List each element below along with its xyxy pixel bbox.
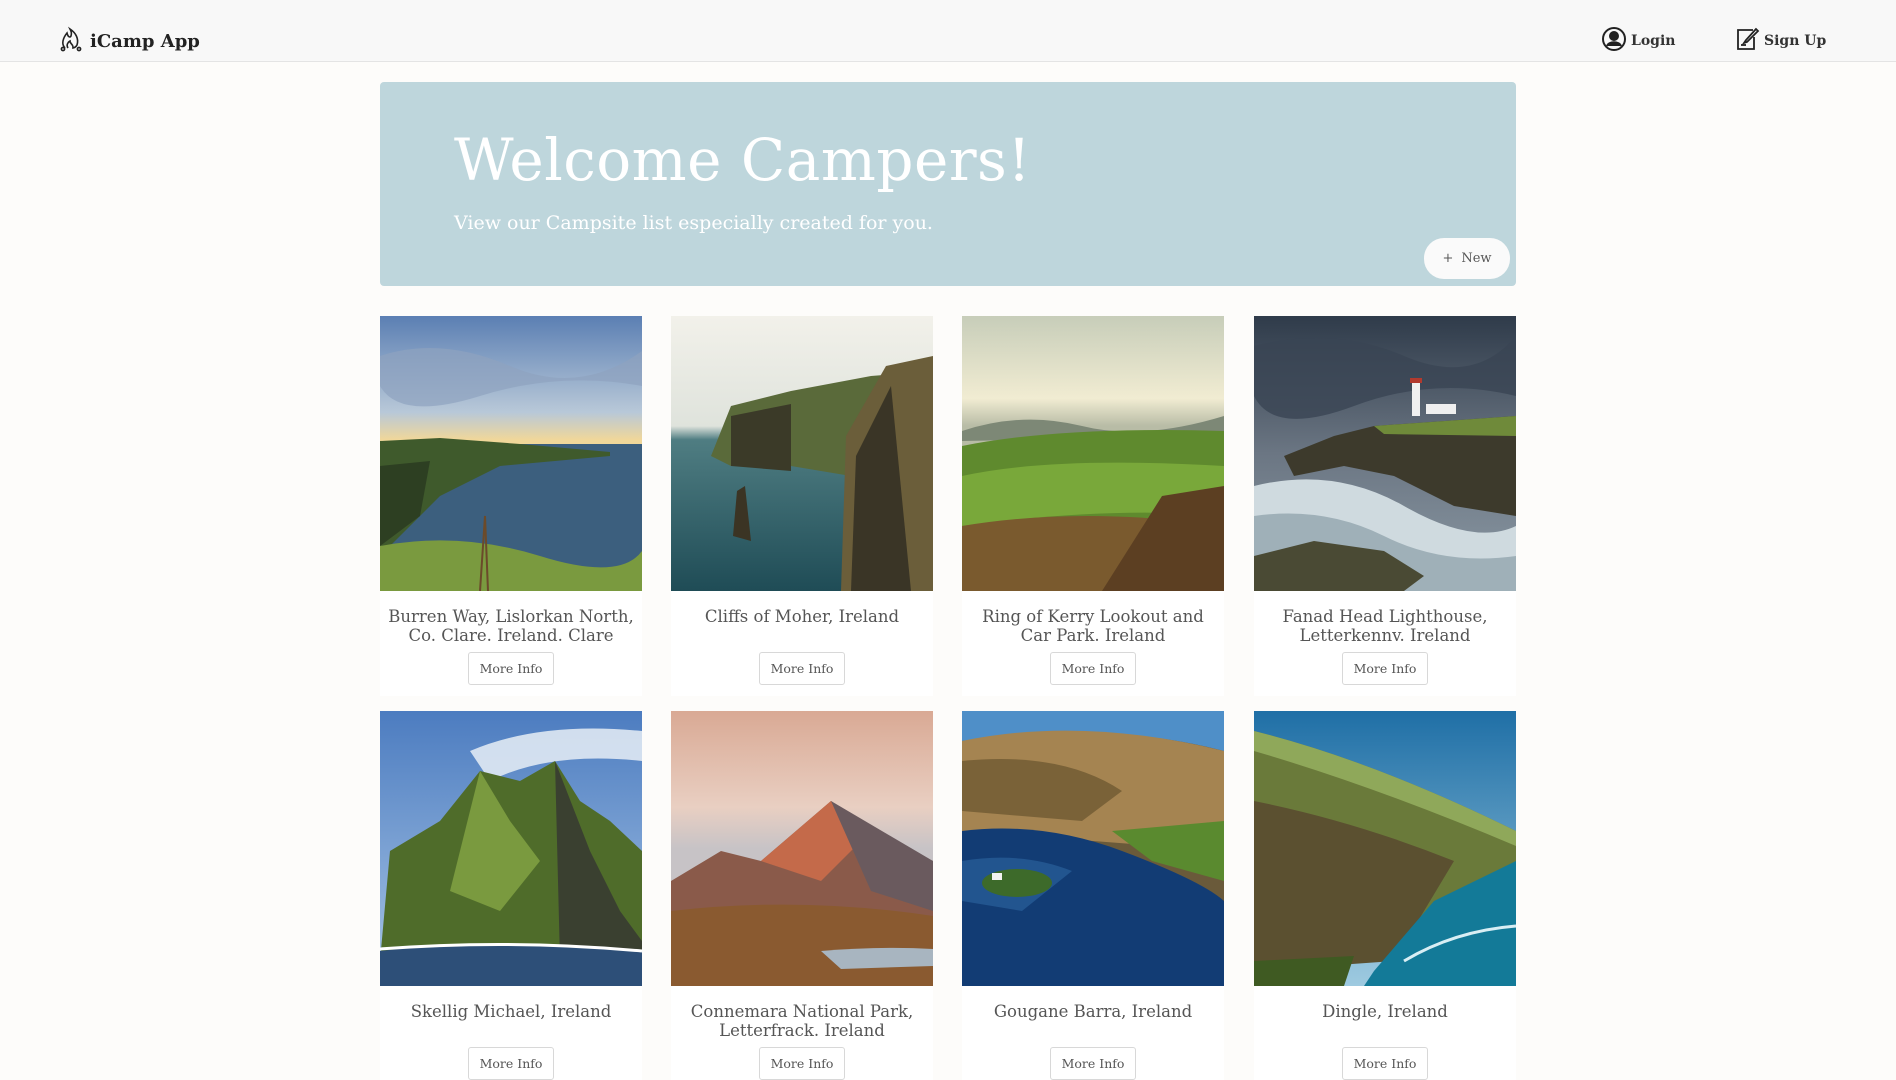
- more-info-button[interactable]: More Info: [1050, 652, 1136, 685]
- more-info-button[interactable]: More Info: [1342, 652, 1428, 685]
- campground-card: Ring of Kerry Lookout and Car Park. Irel…: [962, 316, 1224, 696]
- welcome-jumbotron: Welcome Campers! View our Campsite list …: [380, 82, 1516, 286]
- campground-card: Burren Way, Lislorkan North, Co. Clare. …: [380, 316, 642, 696]
- campground-title: Cliffs of Moher, Ireland: [704, 607, 900, 626]
- new-campground-button[interactable]: + New: [1424, 238, 1510, 279]
- campground-title: Gougane Barra, Ireland: [993, 1002, 1193, 1021]
- login-label: Login: [1631, 33, 1676, 49]
- campground-image-island-peak[interactable]: [380, 711, 642, 986]
- brand-name: iCamp App: [90, 31, 200, 52]
- campground-image-cliffs-sunset[interactable]: [380, 316, 642, 591]
- more-info-button[interactable]: More Info: [468, 652, 554, 685]
- pencil-square-icon: [1734, 26, 1760, 56]
- campground-image-coastal-slope[interactable]: [1254, 711, 1516, 986]
- campground-card: Cliffs of Moher, Ireland More Info: [671, 316, 933, 696]
- page-subtitle: View our Campsite list especially create…: [454, 212, 933, 234]
- campground-title: Connemara National Park, Letterfrack. Ir…: [690, 1002, 914, 1040]
- more-info-button[interactable]: More Info: [468, 1047, 554, 1080]
- campground-title: Ring of Kerry Lookout and Car Park. Irel…: [982, 607, 1204, 645]
- campground-title: Fanad Head Lighthouse, Letterkennv. Irel…: [1282, 607, 1488, 645]
- brand-link[interactable]: iCamp App: [58, 26, 200, 57]
- plus-icon: +: [1442, 251, 1454, 266]
- campground-image-lake-valley[interactable]: [962, 711, 1224, 986]
- campground-title: Skellig Michael, Ireland: [410, 1002, 612, 1021]
- user-circle-icon: [1601, 26, 1627, 56]
- campfire-icon: [58, 26, 84, 57]
- campground-card: Skellig Michael, Ireland More Info: [380, 711, 642, 1080]
- campground-card: Fanad Head Lighthouse, Letterkennv. Irel…: [1254, 316, 1516, 696]
- signup-label: Sign Up: [1764, 33, 1827, 49]
- navbar: iCamp App Login Sign Up: [0, 0, 1896, 62]
- page-title: Welcome Campers!: [454, 126, 1032, 194]
- new-button-label: New: [1461, 251, 1492, 266]
- campground-card: Gougane Barra, Ireland More Info: [962, 711, 1224, 1080]
- campground-image-sea-cliffs[interactable]: [671, 316, 933, 591]
- campground-image-lighthouse-storm[interactable]: [1254, 316, 1516, 591]
- more-info-button[interactable]: More Info: [1342, 1047, 1428, 1080]
- campground-card: Connemara National Park, Letterfrack. Ir…: [671, 711, 933, 1080]
- campground-title: Dingle, Ireland: [1322, 1002, 1448, 1021]
- campground-card: Dingle, Ireland More Info: [1254, 711, 1516, 1080]
- login-link[interactable]: Login: [1601, 26, 1675, 56]
- campground-image-mountain-dusk[interactable]: [671, 711, 933, 986]
- signup-link[interactable]: Sign Up: [1734, 26, 1826, 56]
- more-info-button[interactable]: More Info: [1050, 1047, 1136, 1080]
- campground-image-green-valley[interactable]: [962, 316, 1224, 591]
- more-info-button[interactable]: More Info: [759, 1047, 845, 1080]
- campground-title: Burren Way, Lislorkan North, Co. Clare. …: [388, 607, 634, 645]
- more-info-button[interactable]: More Info: [759, 652, 845, 685]
